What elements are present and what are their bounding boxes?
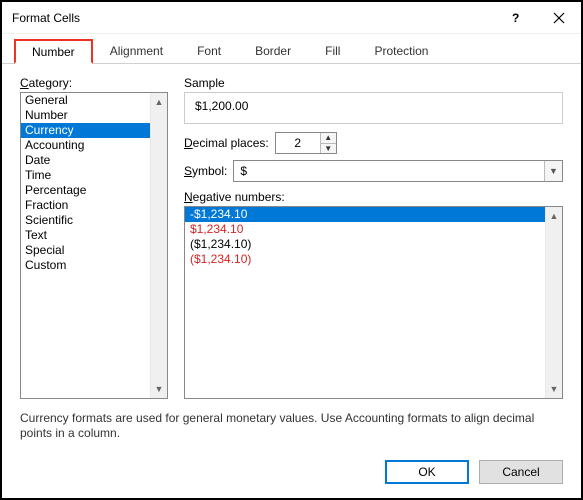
- help-button[interactable]: ?: [493, 3, 537, 33]
- list-item[interactable]: Date: [21, 153, 150, 168]
- description-text: Currency formats are used for general mo…: [2, 405, 581, 452]
- format-cells-dialog: Format Cells ? NumberAlignmentFontBorder…: [0, 0, 583, 500]
- decimal-places-label: Decimal places:: [184, 136, 269, 150]
- negative-numbers-label: Negative numbers:: [184, 190, 563, 204]
- tab-strip: NumberAlignmentFontBorderFillProtection: [2, 38, 581, 64]
- list-item[interactable]: Time: [21, 168, 150, 183]
- spinner-down-icon[interactable]: ▼: [321, 144, 336, 154]
- scrollbar[interactable]: ▲ ▼: [545, 207, 562, 398]
- decimal-places-spinner[interactable]: ▲ ▼: [275, 132, 337, 154]
- decimal-places-input[interactable]: [276, 133, 320, 153]
- negative-numbers-listbox[interactable]: -$1,234.10$1,234.10($1,234.10)($1,234.10…: [184, 206, 563, 399]
- cancel-button[interactable]: Cancel: [479, 460, 563, 484]
- tab-fill[interactable]: Fill: [308, 39, 357, 64]
- scrollbar[interactable]: ▲ ▼: [150, 93, 167, 398]
- tab-alignment[interactable]: Alignment: [93, 39, 180, 64]
- symbol-row: Symbol: $ ▼: [184, 160, 563, 182]
- tab-number[interactable]: Number: [14, 39, 93, 64]
- scroll-down-icon[interactable]: ▼: [151, 381, 167, 398]
- ok-button[interactable]: OK: [385, 460, 469, 484]
- sample-value: $1,200.00: [195, 99, 248, 113]
- spinner-up-icon[interactable]: ▲: [321, 133, 336, 144]
- list-item[interactable]: Number: [21, 108, 150, 123]
- list-item[interactable]: General: [21, 93, 150, 108]
- symbol-value: $: [234, 164, 544, 178]
- list-item[interactable]: ($1,234.10): [185, 237, 545, 252]
- list-item[interactable]: Currency: [21, 123, 150, 138]
- tab-protection[interactable]: Protection: [357, 39, 445, 64]
- chevron-down-icon[interactable]: ▼: [544, 161, 562, 181]
- dialog-footer: OK Cancel: [2, 452, 581, 498]
- sample-box: $1,200.00: [184, 92, 563, 124]
- settings-column: Sample $1,200.00 Decimal places: ▲ ▼ Sym…: [184, 76, 563, 399]
- category-listbox[interactable]: GeneralNumberCurrencyAccountingDateTimeP…: [20, 92, 168, 399]
- sample-label: Sample: [184, 76, 563, 90]
- list-item[interactable]: Special: [21, 243, 150, 258]
- category-column: Category: GeneralNumberCurrencyAccountin…: [20, 76, 168, 399]
- list-item[interactable]: Custom: [21, 258, 150, 273]
- decimal-row: Decimal places: ▲ ▼: [184, 132, 563, 154]
- list-item[interactable]: -$1,234.10: [185, 207, 545, 222]
- list-item[interactable]: Percentage: [21, 183, 150, 198]
- list-item[interactable]: ($1,234.10): [185, 252, 545, 267]
- scroll-up-icon[interactable]: ▲: [151, 93, 167, 110]
- list-item[interactable]: Accounting: [21, 138, 150, 153]
- dialog-title: Format Cells: [12, 11, 493, 25]
- dialog-body: Category: GeneralNumberCurrencyAccountin…: [2, 64, 581, 405]
- tab-border[interactable]: Border: [238, 39, 308, 64]
- list-item[interactable]: Fraction: [21, 198, 150, 213]
- list-item[interactable]: Scientific: [21, 213, 150, 228]
- list-item[interactable]: $1,234.10: [185, 222, 545, 237]
- symbol-label: Symbol:: [184, 164, 227, 178]
- scroll-down-icon[interactable]: ▼: [546, 381, 562, 398]
- close-button[interactable]: [537, 3, 581, 33]
- scroll-up-icon[interactable]: ▲: [546, 207, 562, 224]
- tab-font[interactable]: Font: [180, 39, 238, 64]
- symbol-dropdown[interactable]: $ ▼: [233, 160, 563, 182]
- titlebar: Format Cells ?: [2, 2, 581, 34]
- category-label: Category:: [20, 76, 168, 90]
- svg-text:?: ?: [512, 12, 519, 24]
- list-item[interactable]: Text: [21, 228, 150, 243]
